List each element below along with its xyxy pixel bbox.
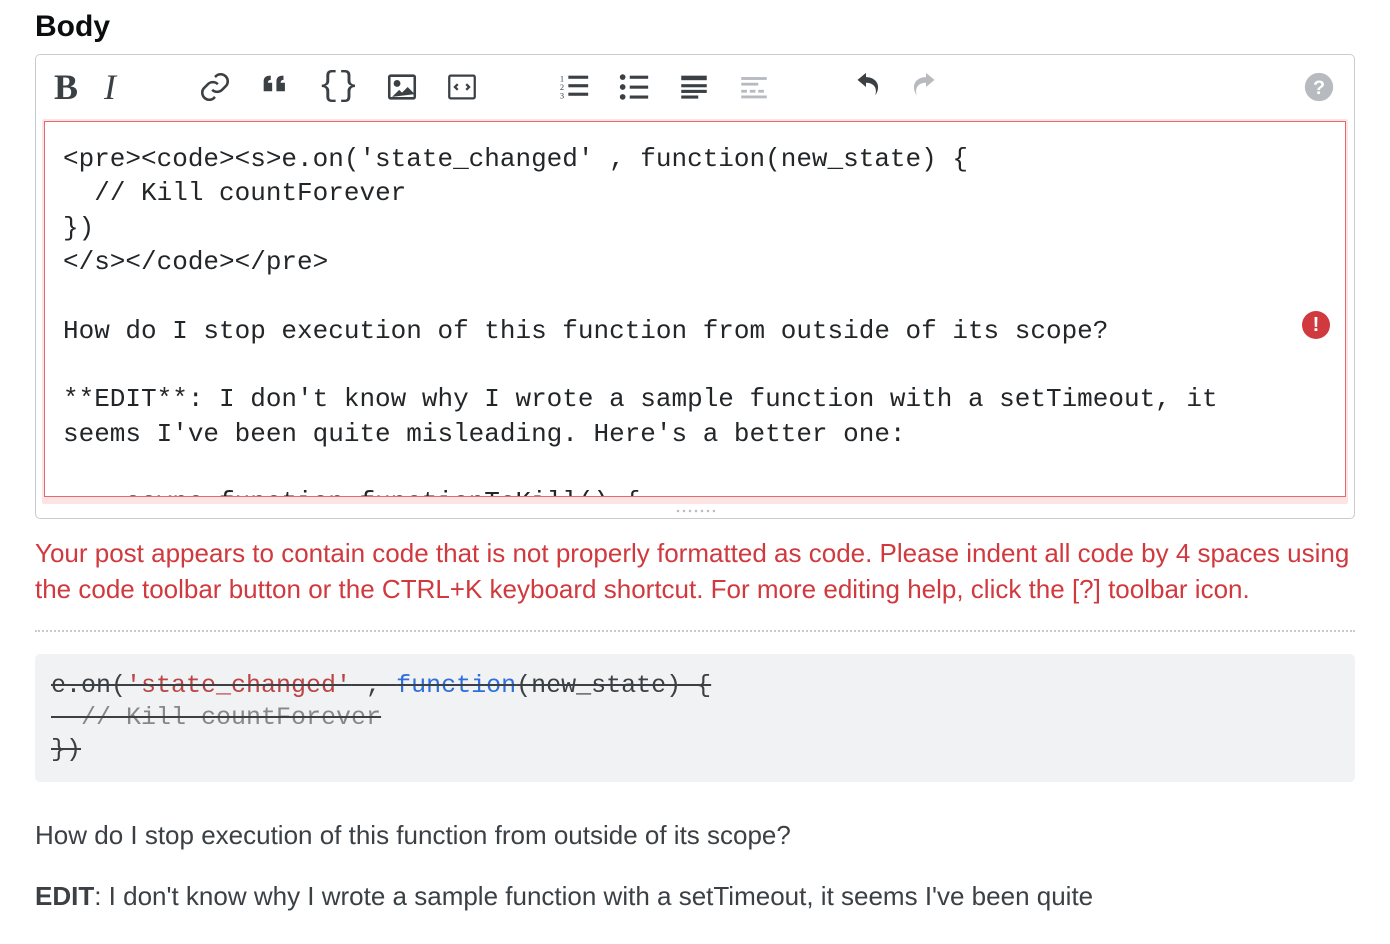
unordered-list-icon (617, 70, 651, 104)
toolbar-group-insert: {} (194, 66, 483, 108)
bold-icon: B (54, 69, 78, 105)
editor-container: B I {} (35, 54, 1355, 519)
undo-icon (849, 70, 883, 104)
ulist-button[interactable] (613, 66, 655, 108)
code-button[interactable]: {} (314, 66, 363, 108)
toolbar-group-lists: 1 2 3 (553, 66, 775, 108)
ordered-list-icon: 1 2 3 (557, 70, 591, 104)
resize-handle[interactable] (36, 504, 1354, 518)
error-badge-icon: ! (1302, 311, 1330, 339)
preview-code-block: e.on('state_changed' , function(new_stat… (35, 654, 1355, 782)
preview-pane: e.on('state_changed' , function(new_stat… (35, 654, 1355, 916)
undo-button[interactable] (845, 66, 887, 108)
preview-paragraph-2: EDIT: I don't know why I wrote a sample … (35, 877, 1355, 916)
editor-textarea-wrap: ! (42, 119, 1348, 504)
image-button[interactable] (381, 66, 423, 108)
italic-icon: I (104, 69, 120, 105)
heading-button[interactable] (673, 66, 715, 108)
olist-button[interactable]: 1 2 3 (553, 66, 595, 108)
divider (35, 630, 1355, 632)
editor-textarea[interactable] (44, 121, 1346, 497)
body-field-label: Body (35, 10, 1355, 44)
hr-button[interactable] (733, 66, 775, 108)
editor-toolbar: B I {} (36, 55, 1354, 119)
hr-icon (737, 70, 771, 104)
preview-paragraph-1: How do I stop execution of this function… (35, 816, 1355, 855)
image-icon (385, 70, 419, 104)
toolbar-group-history (845, 66, 947, 108)
redo-icon (909, 70, 943, 104)
snippet-button[interactable] (441, 66, 483, 108)
help-button[interactable]: ? (1298, 66, 1340, 108)
code-braces-icon: {} (318, 70, 359, 104)
help-icon: ? (1302, 70, 1336, 104)
toolbar-group-format: B I (50, 65, 124, 109)
quote-icon (258, 70, 292, 104)
edit-label: EDIT (35, 881, 94, 911)
italic-button[interactable]: I (100, 65, 124, 109)
quote-button[interactable] (254, 66, 296, 108)
validation-error-message: Your post appears to contain code that i… (35, 535, 1355, 608)
svg-text:?: ? (1313, 77, 1325, 99)
snippet-icon (445, 70, 479, 104)
heading-icon (677, 70, 711, 104)
link-icon (198, 70, 232, 104)
svg-text:3: 3 (560, 90, 564, 100)
bold-button[interactable]: B (50, 65, 82, 109)
link-button[interactable] (194, 66, 236, 108)
redo-button[interactable] (905, 66, 947, 108)
